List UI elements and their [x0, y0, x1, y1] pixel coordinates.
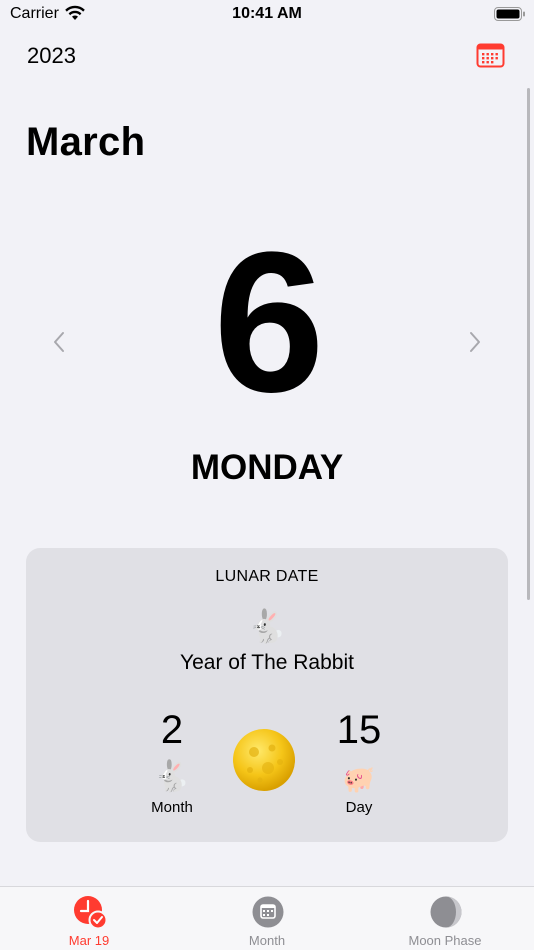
tab-month[interactable]: Month	[178, 887, 356, 950]
tab-bar: Mar 19 Month Moon Phase	[0, 886, 534, 950]
clock-check-icon	[74, 896, 107, 929]
rabbit-icon: 🐇	[153, 760, 191, 793]
tab-label: Moon Phase	[408, 933, 482, 948]
pig-icon: 🐖	[342, 764, 376, 794]
full-moon-icon	[233, 729, 295, 791]
lunar-day-number: 15	[336, 708, 382, 752]
lunar-date-title: LUNAR DATE	[215, 568, 319, 585]
tab-label: Month	[248, 933, 286, 948]
rabbit-icon: 🐇	[247, 608, 287, 644]
moon-phase-icon	[430, 896, 462, 928]
tab-moon-phase[interactable]: Moon Phase	[356, 887, 534, 950]
calendar-icon	[252, 896, 284, 928]
battery-icon	[494, 7, 525, 21]
lunar-year-text: Year of The Rabbit	[180, 651, 354, 674]
lunar-month-label: Month	[151, 799, 193, 816]
lunar-date-card: LUNAR DATE 🐇 Year of The Rabbit 2 🐇 Mont…	[26, 548, 508, 842]
year-label: 2023	[27, 43, 76, 68]
day-number: 6	[213, 211, 324, 434]
weekday-label: MONDAY	[190, 448, 344, 487]
calendar-grid-icon[interactable]	[476, 42, 505, 68]
status-bar: Carrier 10:41 AM	[0, 0, 534, 30]
lunar-day-label: Day	[345, 799, 373, 816]
status-time: 10:41 AM	[232, 5, 302, 22]
month-title: March	[26, 120, 146, 164]
lunar-month-number: 2	[160, 708, 184, 752]
tab-today[interactable]: Mar 19	[0, 887, 178, 950]
tab-label: Mar 19	[68, 933, 110, 948]
